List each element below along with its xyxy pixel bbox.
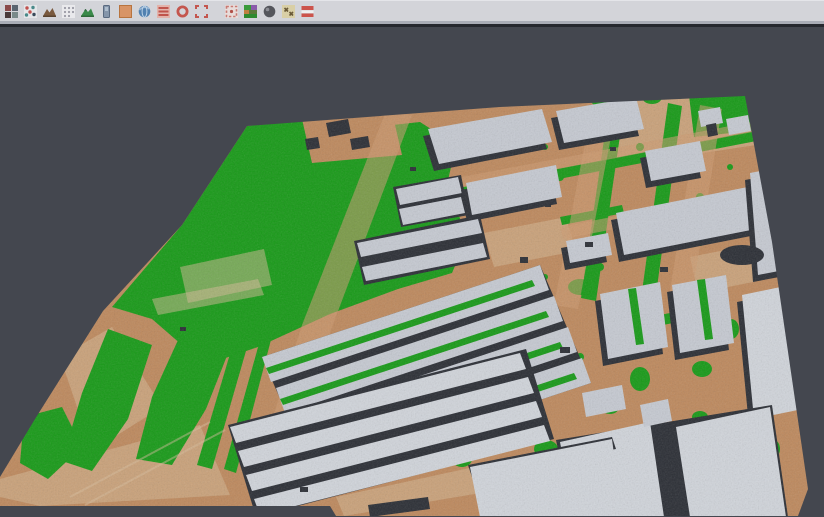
main-toolbar xyxy=(0,0,824,21)
dark-sphere-icon[interactable] xyxy=(261,2,278,20)
blue-panel-icon[interactable] xyxy=(98,2,115,20)
point-grid-icon[interactable] xyxy=(60,2,77,20)
scatter-points-icon[interactable] xyxy=(22,2,39,20)
red-ring-icon[interactable] xyxy=(174,2,191,20)
point-cloud-scene xyxy=(0,27,824,517)
green-terrain-icon[interactable] xyxy=(79,2,96,20)
brown-terrain-icon[interactable] xyxy=(41,2,58,20)
mosaic-dataset-icon[interactable] xyxy=(3,2,20,20)
cross-marks-icon[interactable] xyxy=(280,2,297,20)
dashed-box-icon[interactable] xyxy=(223,2,240,20)
crop-corners-icon[interactable] xyxy=(193,2,210,20)
3d-viewport[interactable] xyxy=(0,27,824,517)
orange-square-icon[interactable] xyxy=(117,2,134,20)
red-layers-icon[interactable] xyxy=(155,2,172,20)
globe-icon[interactable] xyxy=(136,2,153,20)
application-window xyxy=(0,0,824,517)
classification-colors-icon[interactable] xyxy=(242,2,259,20)
red-bars-icon[interactable] xyxy=(299,2,316,20)
